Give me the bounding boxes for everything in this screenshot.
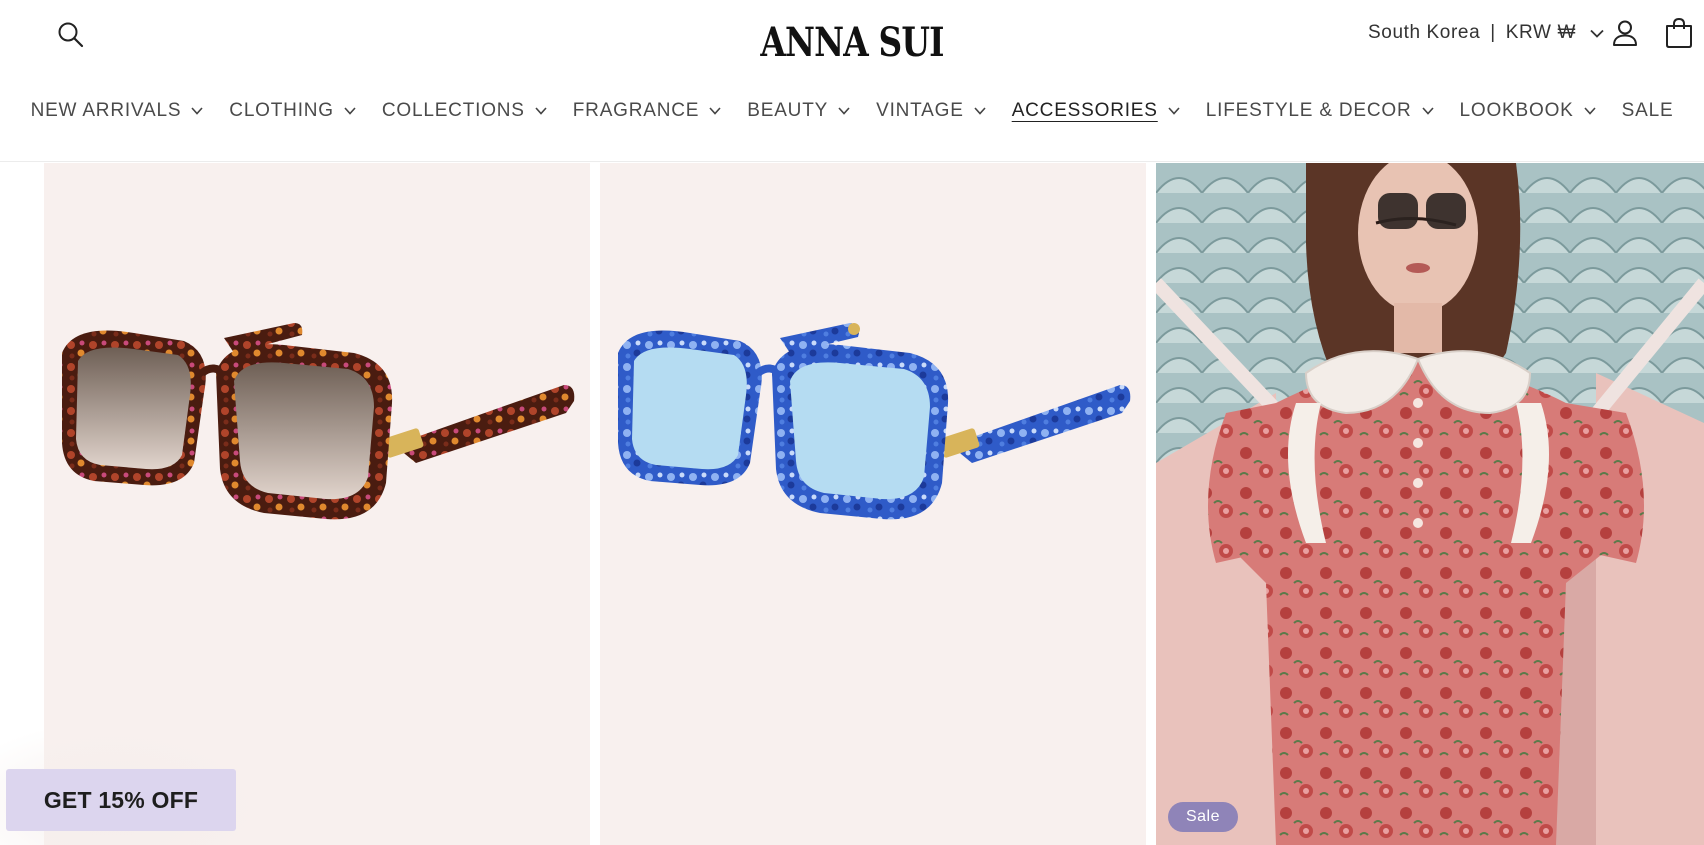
nav-label: ACCESSORIES <box>1011 100 1158 121</box>
chevron-down-icon <box>709 107 721 115</box>
nav-label: CLOTHING <box>229 100 334 121</box>
search-icon <box>58 22 84 48</box>
nav-item-accessories[interactable]: ACCESSORIES <box>999 96 1193 126</box>
nav-label: LOOKBOOK <box>1459 100 1574 121</box>
account-button[interactable] <box>1610 18 1640 48</box>
account-icon <box>1613 20 1637 46</box>
nav-item-lifestyle-decor[interactable]: LIFESTYLE & DECOR <box>1193 96 1447 126</box>
chevron-down-icon <box>974 107 986 115</box>
chevron-down-icon <box>838 107 850 115</box>
nav-item-sale[interactable]: SALE <box>1609 96 1687 126</box>
nav-item-collections[interactable]: COLLECTIONS <box>369 96 560 126</box>
main-navigation: NEW ARRIVALS CLOTHING COLLECTIONS FRAGRA… <box>0 96 1704 126</box>
nav-label: VINTAGE <box>876 100 964 121</box>
product-card-blue-sunglasses[interactable] <box>600 163 1146 845</box>
nav-label: COLLECTIONS <box>381 100 525 121</box>
locale-selector[interactable]: South Korea | KRW ₩ <box>1368 20 1604 46</box>
nav-label: LIFESTYLE & DECOR <box>1205 100 1412 121</box>
product-card-floral-dress[interactable] <box>1156 163 1704 845</box>
nav-item-beauty[interactable]: BEAUTY <box>734 96 863 126</box>
locale-currency: KRW ₩ <box>1505 22 1576 43</box>
chevron-down-icon <box>191 107 203 115</box>
nav-label: SALE <box>1621 100 1674 121</box>
search-button[interactable] <box>56 20 86 50</box>
nav-label: NEW ARRIVALS <box>30 100 182 121</box>
floral-dress-model-image <box>1156 163 1704 845</box>
cart-icon <box>1666 17 1692 48</box>
nav-label: FRAGRANCE <box>572 100 700 121</box>
nav-item-vintage[interactable]: VINTAGE <box>863 96 999 126</box>
chevron-down-icon <box>1584 107 1596 115</box>
sale-badge: Sale <box>1168 802 1238 832</box>
blue-sunglasses-image <box>618 323 1131 520</box>
nav-label: BEAUTY <box>747 100 829 121</box>
chevron-down-icon <box>535 107 547 115</box>
nav-item-clothing[interactable]: CLOTHING <box>216 96 369 126</box>
get-discount-button[interactable]: GET 15% OFF <box>6 769 236 831</box>
nav-item-fragrance[interactable]: FRAGRANCE <box>560 96 735 126</box>
chevron-down-icon <box>1168 107 1180 115</box>
locale-separator: | <box>1490 22 1496 43</box>
chevron-down-icon <box>1590 29 1604 38</box>
brand-logo[interactable]: ANNA SUI <box>153 18 1550 68</box>
chevron-down-icon <box>344 107 356 115</box>
nav-item-new-arrivals[interactable]: NEW ARRIVALS <box>18 96 217 126</box>
cart-button[interactable] <box>1664 17 1694 49</box>
locale-country: South Korea <box>1368 22 1481 43</box>
site-header: ANNA SUI South Korea | KRW ₩ NEW ARRIVAL… <box>0 0 1704 162</box>
chevron-down-icon <box>1421 107 1434 115</box>
nav-item-lookbook[interactable]: LOOKBOOK <box>1447 96 1609 126</box>
